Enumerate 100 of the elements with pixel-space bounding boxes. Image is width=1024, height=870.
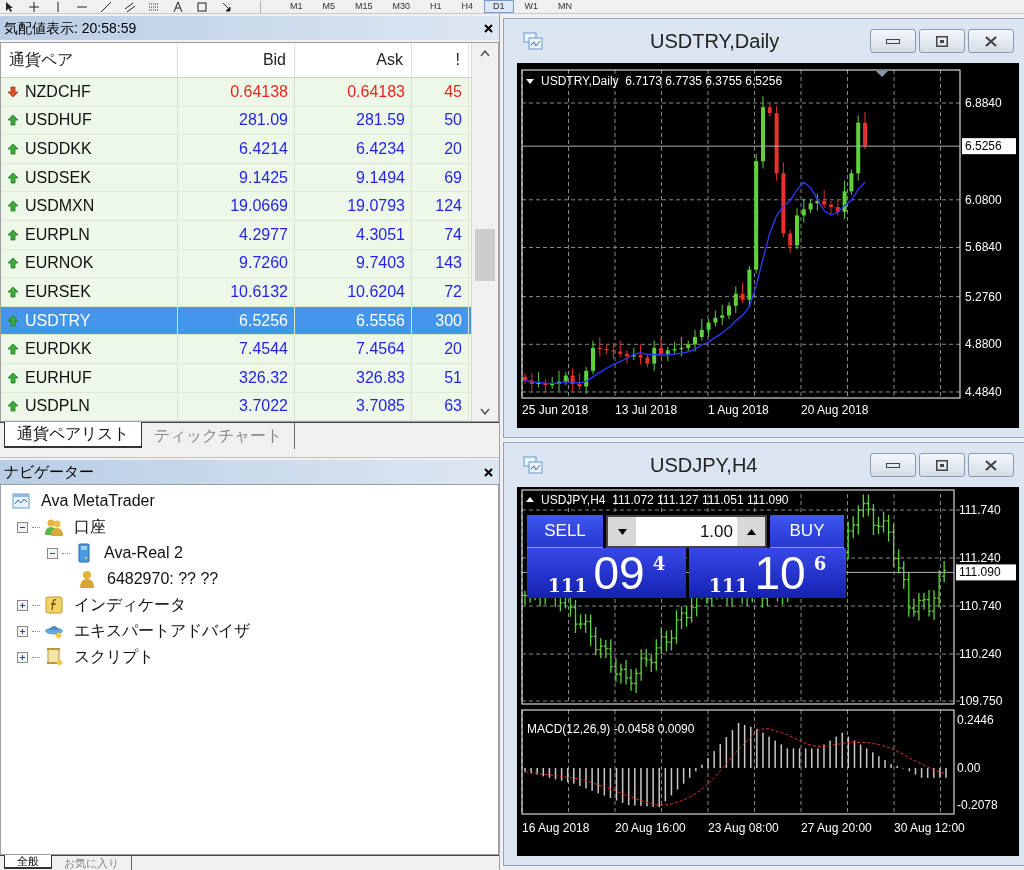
arrows-tool-button[interactable]	[220, 0, 232, 13]
timeframe-button[interactable]: M5	[313, 0, 345, 13]
down-triangle-icon[interactable]	[526, 79, 534, 84]
ask-cell: 10.6204	[295, 278, 412, 306]
up-triangle-icon[interactable]	[526, 497, 534, 502]
timeframe-button[interactable]: H1	[421, 0, 451, 13]
price-axis-label: 110.740	[959, 599, 1002, 613]
candlestick	[591, 340, 595, 375]
symbol-name: USDHUF	[25, 110, 92, 131]
label-icon	[196, 0, 208, 13]
scrollbar[interactable]	[471, 43, 498, 422]
restore-button[interactable]	[919, 453, 965, 477]
timeframe-button[interactable]: M30	[383, 0, 420, 13]
candlestick	[597, 336, 602, 357]
restore-button[interactable]	[919, 29, 965, 53]
buy-button[interactable]: BUY	[770, 515, 844, 548]
column-header[interactable]: 通貨ペア	[1, 43, 178, 77]
timeframe-button[interactable]: D1	[484, 0, 514, 13]
people-icon	[44, 517, 64, 538]
fibonacci-icon	[148, 0, 160, 13]
price-axis-label: 6.8840	[965, 96, 1002, 110]
price-point: 6	[813, 552, 827, 576]
minimize-button[interactable]	[870, 29, 916, 53]
expand-toggle-icon[interactable]	[17, 651, 28, 663]
bid-cell: 7.4544	[178, 335, 295, 363]
close-button[interactable]	[968, 29, 1014, 53]
scroll-up-icon[interactable]	[480, 49, 490, 57]
current-price-tag: 6.5256	[962, 138, 1016, 155]
timeframe-button[interactable]: H4	[452, 0, 483, 13]
candlestick	[563, 371, 568, 386]
restore-icon	[936, 35, 948, 47]
expand-toggle-icon[interactable]	[17, 625, 28, 637]
candlestick	[815, 193, 820, 212]
minimize-button[interactable]	[870, 453, 916, 477]
quote-row[interactable]: EURPLN 4.2977 4.3051 74	[1, 220, 471, 250]
column-header[interactable]: Bid	[178, 43, 295, 77]
chart-window[interactable]: USDTRY,Daily 6.8840 6.0800 5.6840 5.2760 4.8800 4.4840 6.5256 25 Jun 2018 13 Jul 2018 1 Aug 2018 20 Aug 2018 USDTRY,Daily 6.7173 6.7735 6.3755 6.5256	[503, 18, 1024, 438]
chart-area[interactable]: 6.8840 6.0800 5.6840 5.2760 4.8800 4.4840 6.5256 25 Jun 2018 13 Jul 2018 1 Aug 2018 20 Aug 2018 USDTRY,Daily 6.7173 6.7735 6.3755 6.5256	[517, 63, 1019, 428]
price-pips: 10	[754, 550, 806, 596]
timeframe-button[interactable]: MN	[549, 0, 582, 13]
collapse-toggle-icon[interactable]	[47, 547, 58, 559]
tab[interactable]: 通貨ペアリスト	[4, 422, 142, 449]
expand-toggle-icon[interactable]	[17, 599, 28, 611]
quote-row[interactable]: NZDCHF 0.64138 0.64183 45	[1, 78, 471, 107]
decrease-icon[interactable]	[617, 528, 627, 535]
quote-row[interactable]: USDDKK 6.4214 6.4234 20	[1, 135, 471, 164]
text-tool-button[interactable]	[172, 0, 184, 13]
price-pips: 09	[593, 550, 645, 596]
time-axis-label: 30 Aug 12:00	[894, 821, 965, 835]
tree-item[interactable]: Ava-Real 2	[104, 541, 183, 566]
window-title: USDJPY,H4	[650, 453, 759, 478]
tab[interactable]: 全般	[4, 855, 52, 869]
close-button[interactable]	[968, 453, 1014, 477]
timeframe-button[interactable]: M15	[346, 0, 382, 13]
tree-item[interactable]: 6482970: ?? ??	[107, 567, 219, 592]
label-tool-button[interactable]	[196, 0, 208, 13]
increase-icon[interactable]	[746, 528, 756, 535]
fibonacci-tool-button[interactable]	[148, 0, 160, 13]
trendline-tool-button[interactable]	[100, 0, 112, 13]
quote-row[interactable]: USDHUF 281.09 281.59 50	[1, 106, 471, 136]
chart-area[interactable]	[517, 487, 1019, 856]
bid-cell: 6.4214	[178, 135, 295, 163]
quote-row[interactable]: EURNOK 9.7260 9.7403 143	[1, 249, 471, 279]
timeframe-button[interactable]: M1	[281, 0, 312, 13]
quote-row[interactable]: USDSEK 9.1425 9.1494 69	[1, 163, 471, 193]
price-big-figure: 111	[547, 574, 588, 596]
chart-window[interactable]	[503, 442, 1024, 866]
tree-item[interactable]: エキスパートアドバイザ	[74, 619, 250, 644]
candlestick	[767, 103, 772, 118]
quote-row[interactable]: EURDKK 7.4544 7.4564 20	[1, 335, 471, 364]
quote-row[interactable]: USDMXN 19.0669 19.0793 124	[1, 192, 471, 221]
candlestick	[706, 318, 711, 338]
timeframe-button[interactable]: W1	[515, 0, 548, 13]
candlestick	[638, 343, 643, 366]
column-header[interactable]: !	[412, 43, 469, 77]
candlestick	[693, 329, 697, 352]
text-tool-icon	[172, 0, 184, 13]
candlestick	[543, 378, 548, 393]
crosshair-tool-button[interactable]	[28, 0, 40, 13]
tree-item[interactable]: スクリプト	[74, 645, 154, 670]
scroll-down-icon[interactable]	[480, 407, 490, 415]
channel-tool-button[interactable]	[124, 0, 136, 13]
quote-row[interactable]: EURHUF 326.32 326.83 51	[1, 363, 471, 393]
scroll-thumb[interactable]	[475, 229, 495, 281]
tree-item[interactable]: 口座	[74, 515, 106, 540]
price-axis-label: 111.240	[959, 551, 1001, 565]
lot-size-field[interactable]: 1.00	[606, 515, 767, 548]
collapse-toggle-icon[interactable]	[17, 521, 28, 533]
tree-item[interactable]: インディケータ	[74, 593, 186, 618]
symbol-name: NZDCHF	[25, 81, 91, 102]
close-button[interactable]	[481, 21, 495, 35]
indicator-axis-label: 0.00	[957, 760, 981, 775]
quote-row[interactable]: EURSEK 10.6132 10.6204 72	[1, 278, 471, 307]
spread-cell: 51	[412, 363, 469, 392]
close-icon	[483, 23, 493, 33]
tree-item[interactable]: Ava MetaTrader	[41, 489, 155, 514]
quote-row[interactable]: USDPLN 3.7022 3.7085 63	[1, 392, 471, 422]
column-header[interactable]: Ask	[295, 43, 412, 77]
ask-cell: 9.1494	[295, 163, 412, 192]
sell-button[interactable]: SELL	[527, 515, 603, 548]
